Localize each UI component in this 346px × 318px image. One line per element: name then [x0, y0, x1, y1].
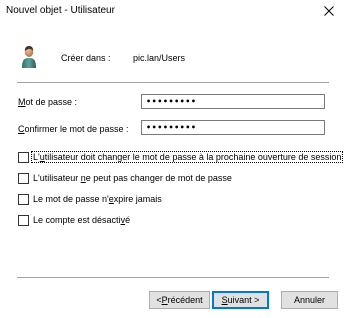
close-icon — [324, 6, 334, 16]
footer-separator — [17, 277, 329, 278]
option-label: L'utilisateur doit changer le mot de pas… — [30, 151, 344, 163]
checkbox[interactable] — [18, 151, 29, 163]
checkbox[interactable] — [18, 193, 29, 205]
option-label: L'utilisateur ne peut pas changer de mot… — [33, 173, 232, 183]
cancel-button[interactable]: Annuler — [281, 291, 338, 309]
option-label: Le compte est désactivé — [33, 215, 131, 225]
header-separator — [17, 82, 329, 83]
option-label: Le mot de passe n'expire jamais — [33, 194, 162, 204]
next-button[interactable]: Suivant > — [212, 291, 269, 309]
close-button[interactable] — [312, 0, 346, 22]
title-bar: Nouvel objet - Utilisateur — [0, 0, 346, 22]
option-must-change-password[interactable]: L'utilisateur doit changer le mot de pas… — [18, 151, 344, 163]
create-in-label: Créer dans : — [61, 53, 111, 63]
confirm-password-label: Confirmer le mot de passe : — [18, 124, 129, 134]
container-path: pic.lan/Users — [133, 53, 186, 63]
password-field[interactable] — [141, 94, 325, 109]
previous-button[interactable]: < Précédent — [149, 291, 210, 309]
checkbox[interactable] — [18, 214, 29, 226]
checkbox[interactable] — [18, 172, 29, 184]
option-account-disabled[interactable]: Le compte est désactivé — [18, 214, 131, 226]
option-cannot-change-password[interactable]: L'utilisateur ne peut pas changer de mot… — [18, 172, 233, 184]
option-password-never-expires[interactable]: Le mot de passe n'expire jamais — [18, 193, 163, 205]
password-label: Mot de passe : — [18, 97, 78, 107]
window-title: Nouvel objet - Utilisateur — [6, 5, 115, 16]
user-icon — [22, 46, 36, 68]
confirm-password-field[interactable] — [141, 120, 325, 135]
